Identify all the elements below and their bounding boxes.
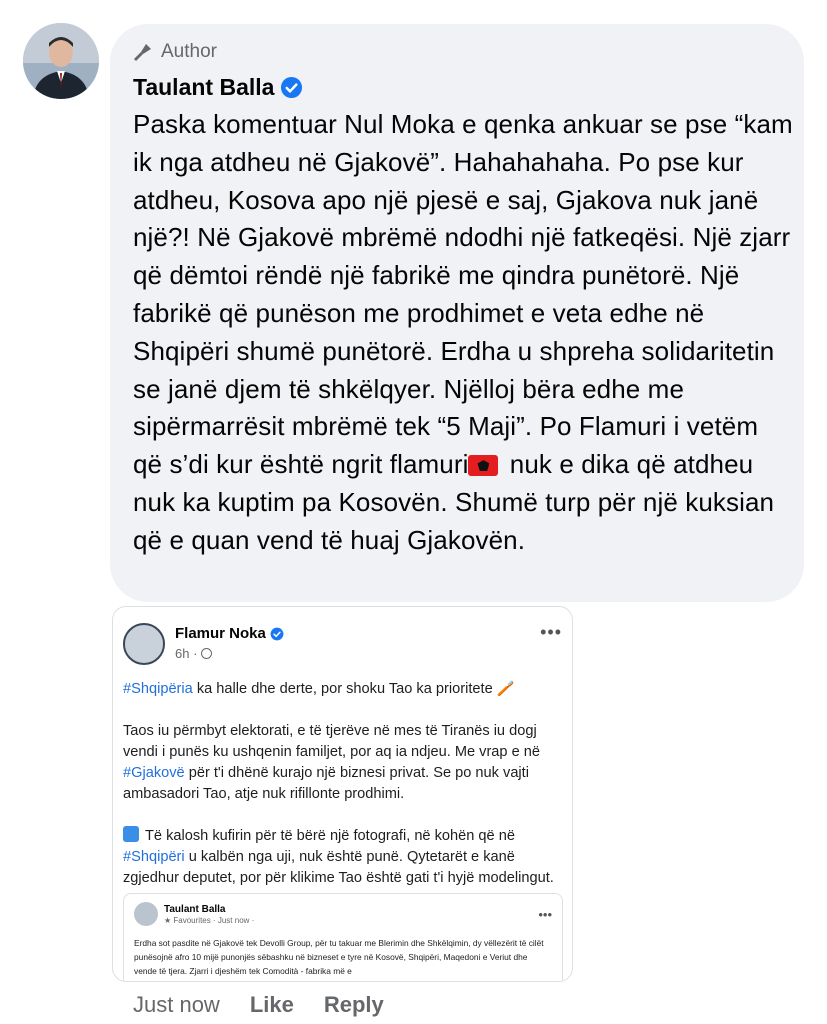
post-time: 6h · (175, 646, 198, 661)
comment-text-part1: Paska komentuar Nul Moka e qenka ankuar … (133, 109, 793, 480)
microphone-icon (134, 44, 151, 61)
commenter-name[interactable]: Taulant Balla (133, 74, 274, 101)
more-options-icon: ••• (538, 906, 552, 922)
post-body: #Shqipëria ka halle dhe derte, por shoku… (123, 679, 562, 889)
author-badge-label: Author (161, 41, 217, 62)
hashtag-link: #Gjakovë (123, 765, 185, 781)
comment-bubble: Author Taulant Balla Paska komentuar Nul… (110, 24, 804, 602)
verified-badge-icon (280, 76, 303, 99)
post-paragraph-2a: Taos iu përmbyt elektorati, e të tjerëve… (123, 723, 540, 760)
shower-emoji-icon (123, 826, 139, 842)
hashtag-link: #Shqipëria (123, 681, 193, 697)
reply-button[interactable]: Reply (324, 992, 384, 1018)
shared-post-avatar (134, 902, 158, 926)
comment-actions: Just now Like Reply (133, 992, 384, 1018)
post-author-name: Flamur Noka (175, 625, 266, 642)
globe-icon (201, 648, 213, 659)
post-paragraph-3b: u kalbën nga uji, nuk është punë. Qyteta… (123, 849, 554, 886)
hashtag-link: #Shqipëri (123, 849, 185, 865)
albania-flag-icon (468, 455, 499, 477)
post-paragraph-2b: për t'i dhënë kurajo një biznesi privat.… (123, 765, 529, 802)
comment-text: Paska komentuar Nul Moka e qenka ankuar … (133, 106, 793, 560)
verified-badge-icon (270, 627, 284, 640)
shared-post: Taulant Balla ★ Favourites · Just now · … (123, 893, 563, 981)
author-badge: Author (133, 40, 804, 64)
shared-post-author: Taulant Balla (164, 903, 226, 915)
post-author-avatar (123, 623, 165, 665)
shared-post-meta: ★ Favourites · Just now · (164, 915, 255, 925)
like-button[interactable]: Like (250, 992, 294, 1018)
comment-timestamp[interactable]: Just now (133, 992, 220, 1018)
attached-screenshot[interactable]: Flamur Noka 6h · ••• #Shqipëria ka halle… (112, 606, 573, 982)
shared-post-text: Erdha sot pasdite në Gjakovë tek Devolli… (134, 938, 544, 976)
more-options-icon: ••• (540, 622, 562, 642)
post-paragraph-3a: Të kalosh kufirin për të bërë një fotogr… (145, 828, 515, 844)
post-paragraph-1: ka halle dhe derte, por shoku Tao ka pri… (192, 681, 515, 697)
commenter-avatar[interactable] (23, 23, 99, 99)
